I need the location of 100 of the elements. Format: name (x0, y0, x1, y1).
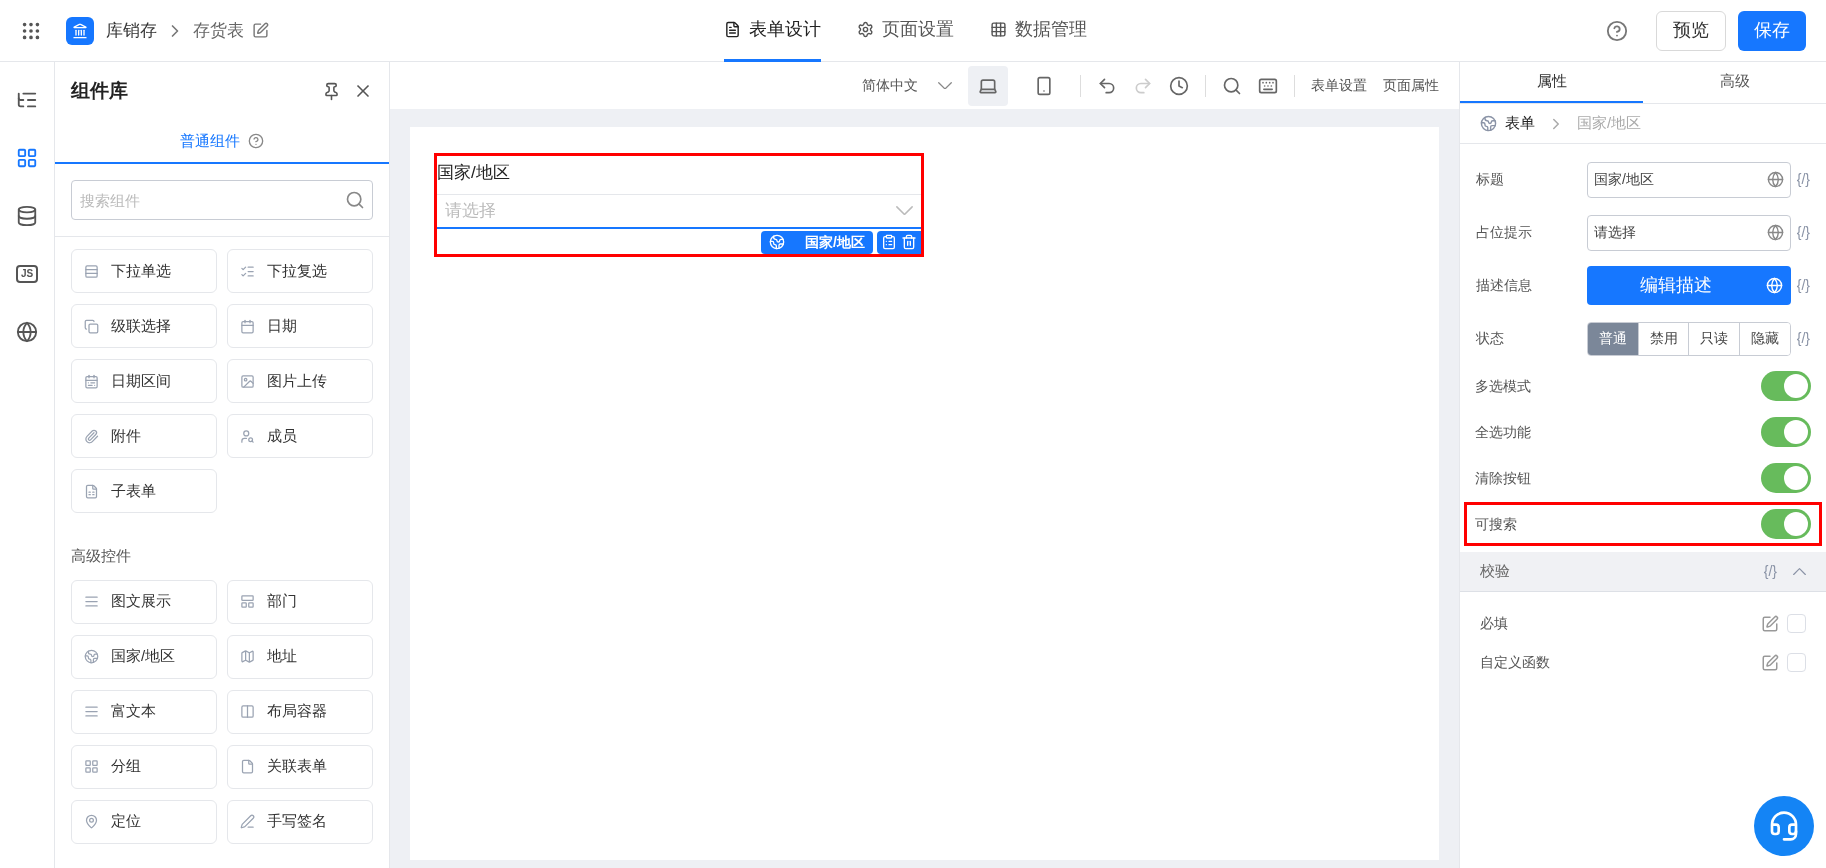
language-select[interactable]: 简体中文 (862, 75, 952, 96)
component-item[interactable]: 子表单 (71, 469, 217, 513)
component-icon (240, 318, 255, 334)
component-icon (84, 704, 99, 719)
edit-description-button[interactable]: 编辑描述 (1587, 266, 1791, 305)
globe-icon (16, 321, 38, 343)
component-icon (84, 649, 99, 664)
component-icon (84, 263, 99, 279)
page-properties-link[interactable]: 页面属性 (1383, 75, 1439, 96)
grid-icon (16, 147, 38, 169)
component-icon (84, 483, 99, 499)
search-field[interactable]: 搜索组件 (71, 180, 373, 220)
preview-button[interactable]: 预览 (1656, 10, 1726, 51)
toggle-switch[interactable] (1761, 417, 1811, 447)
app-logo (66, 16, 94, 45)
component-item[interactable]: 富文本 (71, 689, 217, 734)
property-label: 可搜索 (1475, 514, 1517, 534)
component-icon (84, 814, 99, 829)
component-icon (240, 649, 255, 664)
search-icon[interactable] (345, 190, 365, 210)
component-item[interactable]: 图片上传 (227, 359, 373, 403)
tab-icon (857, 21, 874, 38)
status-option[interactable]: 普通 (1588, 322, 1638, 355)
headset-icon (1768, 810, 1800, 842)
top-tab[interactable]: 页面设置 (857, 0, 954, 62)
component-item[interactable]: 布局容器 (227, 689, 373, 734)
pin-icon[interactable] (322, 81, 341, 101)
component-item[interactable]: 级联选择 (71, 304, 217, 348)
component-item[interactable]: 成员 (227, 414, 373, 458)
component-item[interactable]: 部门 (227, 579, 373, 624)
property-tab[interactable]: 高级 (1643, 62, 1826, 103)
component-item[interactable]: 定位 (71, 799, 217, 844)
rule-checkbox[interactable] (1787, 653, 1806, 672)
panel-tab[interactable]: 普通组件 (180, 120, 264, 162)
support-button[interactable] (1754, 796, 1814, 856)
page-name: 存货表 (193, 19, 244, 42)
component-item[interactable]: 下拉复选 (227, 249, 373, 293)
toggle-switch[interactable] (1761, 509, 1811, 539)
save-button[interactable]: 保存 (1738, 10, 1806, 51)
component-icon (84, 428, 99, 444)
component-item[interactable]: 手写签名 (227, 799, 373, 844)
top-tab[interactable]: 数据管理 (990, 0, 1087, 62)
breadcrumb-current: 国家/地区 (1577, 113, 1642, 134)
component-item[interactable]: 下拉单选 (71, 249, 217, 293)
toggle-switch[interactable] (1761, 371, 1811, 401)
property-label: 全选功能 (1475, 422, 1531, 442)
component-item[interactable]: 附件 (71, 414, 217, 458)
component-icon (240, 759, 255, 774)
globe-icon (1765, 277, 1783, 294)
component-icon (240, 704, 255, 719)
tab-icon (724, 21, 741, 38)
edit-icon[interactable] (1761, 614, 1779, 633)
chevron-down-icon (938, 81, 952, 90)
rule-label: 自定义函数 (1480, 653, 1550, 672)
search-icon[interactable] (1222, 75, 1242, 96)
rule-checkbox[interactable] (1787, 614, 1806, 633)
database-icon (16, 205, 38, 227)
component-icon (84, 594, 99, 609)
globe-icon (769, 234, 786, 250)
property-label: 清除按钮 (1475, 468, 1531, 488)
component-item[interactable]: 分组 (71, 744, 217, 789)
component-item[interactable]: 关联表单 (227, 744, 373, 789)
component-icon (84, 373, 99, 389)
rule-label: 必填 (1480, 614, 1508, 633)
globe-icon[interactable] (1766, 224, 1784, 241)
component-item[interactable]: 图文展示 (71, 579, 217, 624)
history-icon[interactable] (1169, 75, 1189, 96)
component-icon (240, 814, 255, 829)
help-icon[interactable] (1606, 19, 1628, 42)
section-header[interactable]: 校验 {/} (1460, 552, 1826, 592)
sidebar-tool-button[interactable]: JS (9, 256, 45, 292)
globe-icon[interactable] (1766, 171, 1784, 188)
panel-title: 组件库 (71, 78, 128, 103)
edit-icon[interactable] (252, 22, 269, 39)
device-view-button[interactable] (968, 65, 1008, 106)
component-item[interactable]: 日期 (227, 304, 373, 348)
component-icon (84, 759, 99, 774)
component-icon (240, 263, 255, 279)
component-item[interactable]: 日期区间 (71, 359, 217, 403)
field-label: 国家/地区 (437, 162, 510, 184)
chevron-down-icon (896, 205, 913, 216)
component-icon (240, 373, 255, 389)
component-icon (84, 318, 99, 334)
property-label: 占位提示 (1476, 223, 1533, 242)
section-heading: 高级控件 (70, 546, 132, 566)
form-settings-link[interactable]: 表单设置 (1311, 75, 1367, 96)
undo-icon[interactable] (1097, 75, 1117, 96)
text-input[interactable]: 国家/地区 (1587, 161, 1791, 198)
edit-icon[interactable] (1761, 653, 1779, 672)
toggle-switch[interactable] (1761, 463, 1811, 493)
delete-icon[interactable] (901, 234, 917, 250)
property-tab[interactable]: 属性 (1460, 62, 1643, 103)
property-label: 多选模式 (1475, 376, 1531, 396)
breadcrumb-root[interactable]: 表单 (1505, 112, 1535, 135)
status-option[interactable]: 隐藏 (1739, 322, 1790, 355)
selected-field-frame[interactable]: 国家/地区 请选择 国家/地区 (434, 153, 924, 257)
text-input[interactable]: 请选择 (1587, 214, 1791, 251)
component-item[interactable]: 国家/地区 (71, 634, 217, 679)
app-name: 库销存 (106, 19, 157, 42)
component-item[interactable]: 地址 (227, 634, 373, 679)
